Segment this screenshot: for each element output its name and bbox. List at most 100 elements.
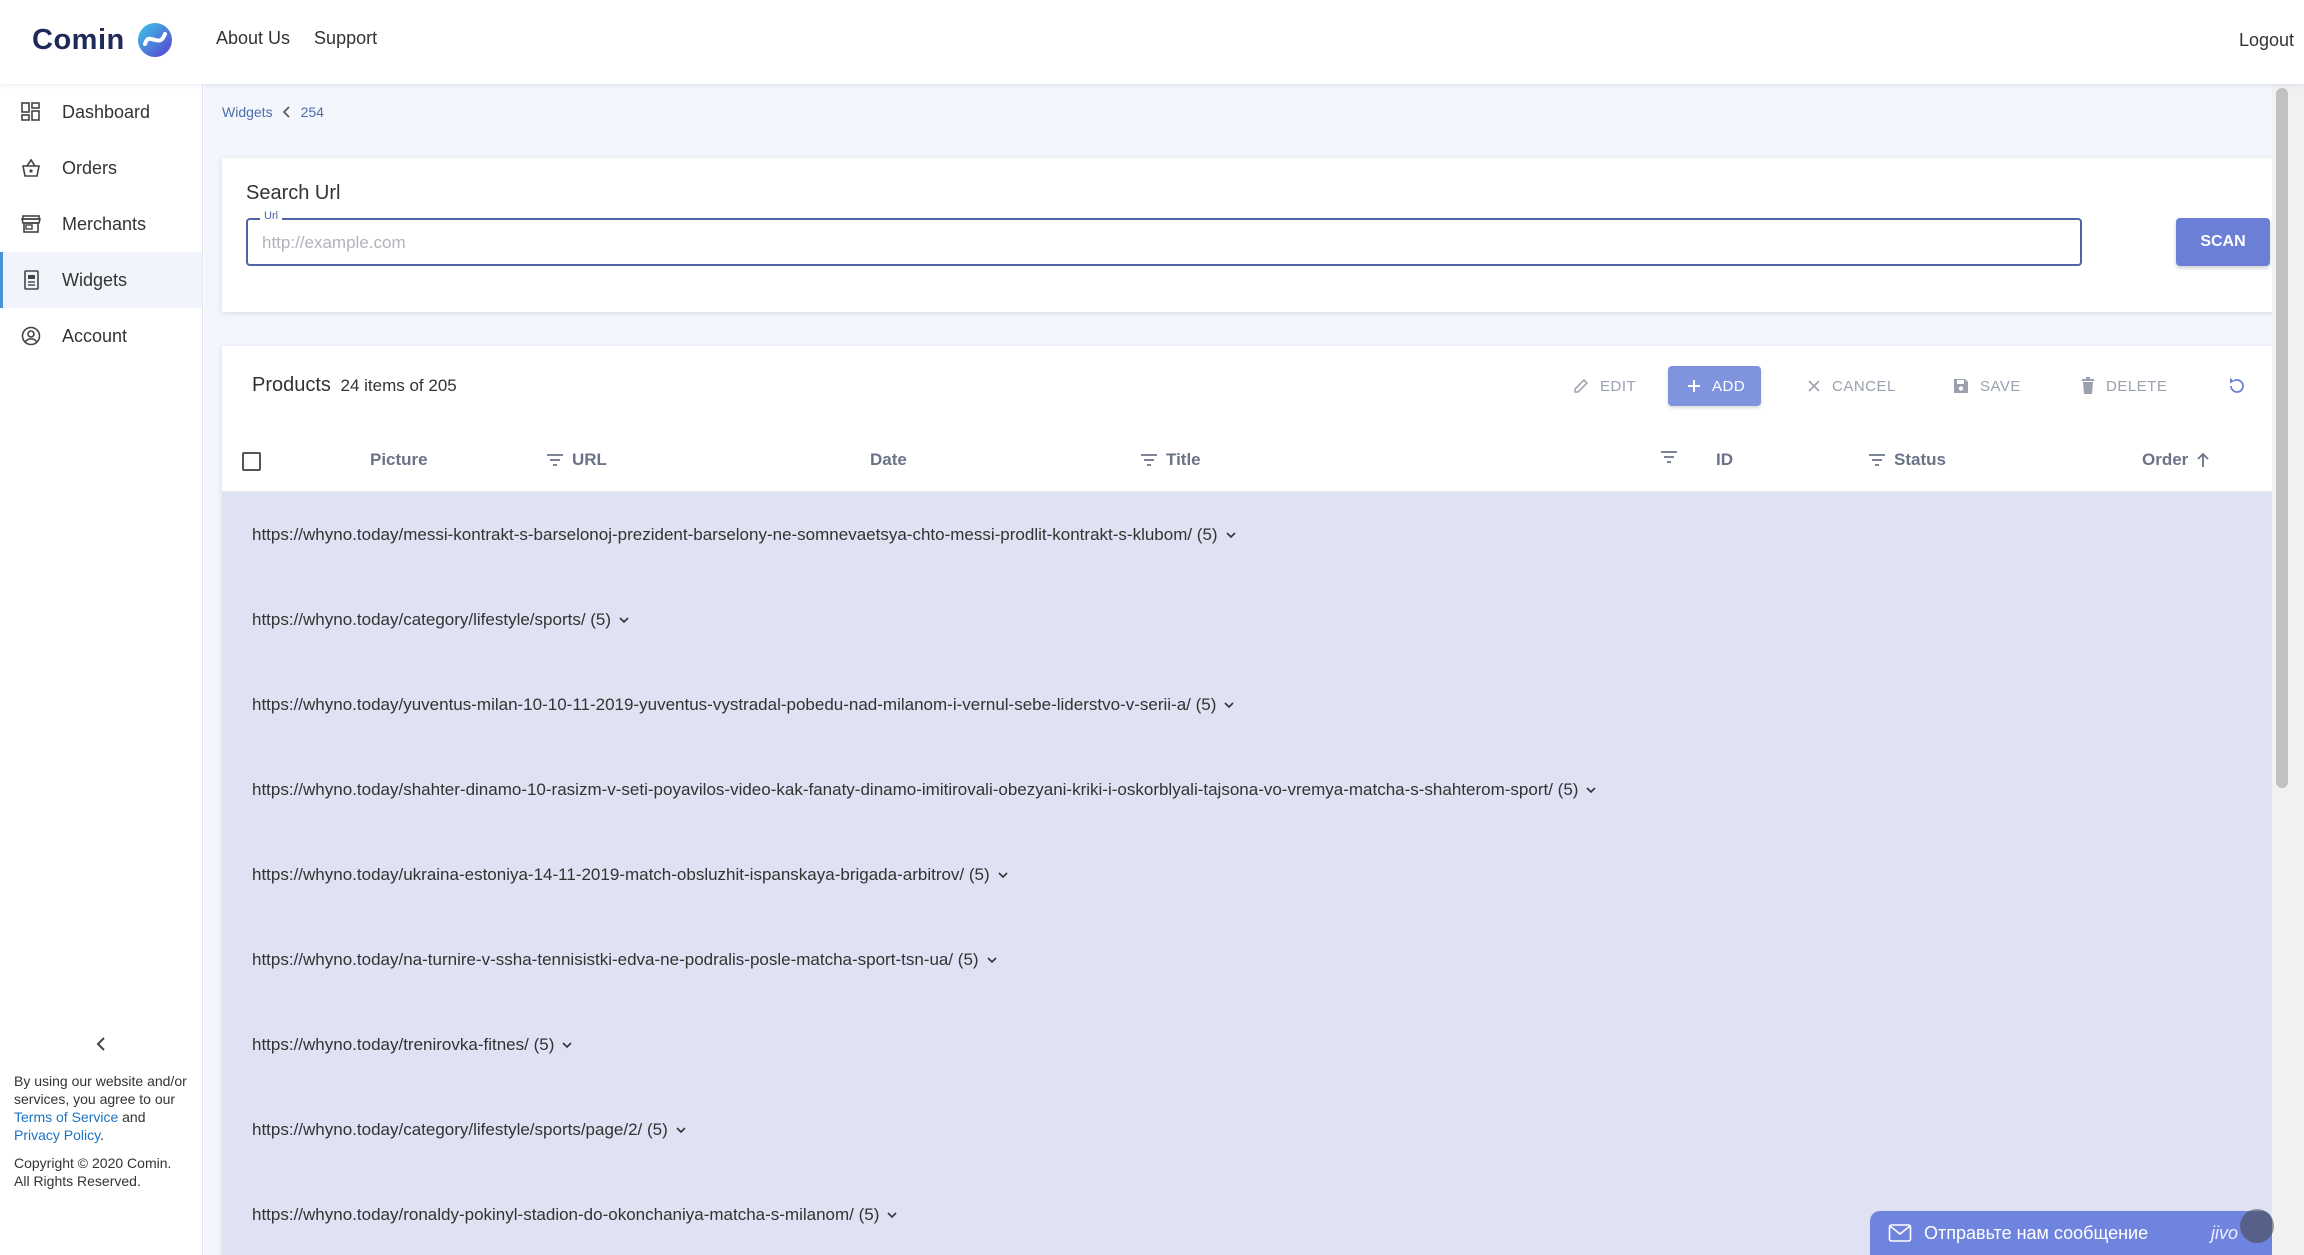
url-input[interactable]	[262, 230, 2062, 256]
filter-icon[interactable]	[1868, 453, 1886, 467]
close-icon	[1808, 380, 1820, 392]
column-title-label: Title	[1166, 450, 1201, 469]
add-label: ADD	[1712, 377, 1746, 395]
products-toolbar: EDIT ADD CANCEL SAVE DELETE	[222, 366, 2286, 408]
delete-label: DELETE	[2106, 377, 2168, 395]
chevron-down-icon[interactable]	[560, 1038, 574, 1052]
select-all-checkbox[interactable]	[242, 452, 261, 471]
group-row-label: https://whyno.today/trenirovka-fitnes/ (…	[252, 1034, 555, 1054]
chevron-down-icon[interactable]	[1584, 783, 1598, 797]
table-row[interactable]: https://whyno.today/yuventus-milan-10-10…	[222, 662, 2276, 747]
edit-label: EDIT	[1600, 377, 1637, 395]
store-icon	[20, 213, 42, 235]
pencil-icon	[1574, 378, 1589, 393]
chevron-down-icon[interactable]	[885, 1208, 899, 1222]
chevron-down-icon[interactable]	[674, 1123, 688, 1137]
group-row-label: https://whyno.today/category/lifestyle/s…	[252, 1119, 668, 1139]
group-row-label: https://whyno.today/ukraina-estoniya-14-…	[252, 864, 990, 884]
refresh-button[interactable]	[2226, 366, 2248, 406]
about-us-link[interactable]: About Us	[216, 28, 290, 49]
column-url[interactable]: URL	[546, 450, 607, 470]
sidebar: Dashboard Orders Merchants Widgets Accou…	[0, 84, 203, 1255]
add-button[interactable]: ADD	[1668, 366, 1762, 406]
url-field-label: Url	[260, 210, 283, 222]
plus-icon	[1688, 380, 1700, 392]
privacy-link[interactable]: Privacy Policy	[14, 1127, 100, 1143]
chevron-down-icon[interactable]	[1222, 698, 1236, 712]
account-circle-icon	[20, 325, 42, 347]
breadcrumb-current: 254	[300, 104, 324, 120]
dashboard-icon	[20, 101, 42, 123]
support-link[interactable]: Support	[314, 28, 377, 49]
column-status[interactable]: Status	[1868, 450, 1946, 470]
save-label: SAVE	[1980, 377, 2021, 395]
group-row-label: https://whyno.today/shahter-dinamo-10-ra…	[252, 779, 1579, 799]
url-field[interactable]: Url	[246, 210, 2082, 266]
scan-button[interactable]: SCAN	[2176, 218, 2270, 266]
column-id-filter[interactable]	[1660, 450, 1678, 464]
column-date-label: Date	[870, 450, 907, 469]
column-order-label: Order	[2142, 450, 2189, 469]
sidebar-item-orders[interactable]: Orders	[0, 140, 202, 196]
table-row[interactable]: https://whyno.today/messi-kontrakt-s-bar…	[222, 492, 2276, 577]
filter-icon[interactable]	[546, 453, 564, 467]
column-order[interactable]: Order	[2142, 450, 2210, 470]
group-row-label: https://whyno.today/messi-kontrakt-s-bar…	[252, 524, 1218, 544]
sidebar-item-widgets[interactable]: Widgets	[0, 252, 202, 308]
table-row[interactable]: https://whyno.today/category/lifestyle/s…	[222, 577, 2276, 662]
chevron-down-icon[interactable]	[1224, 528, 1238, 542]
table-row[interactable]: https://whyno.today/trenirovka-fitnes/ (…	[222, 1002, 2276, 1087]
group-row-label: https://whyno.today/yuventus-milan-10-10…	[252, 694, 1217, 714]
chat-widget[interactable]: Отправьте нам сообщение jivo	[1870, 1209, 2274, 1255]
group-row-label: https://whyno.today/na-turnire-v-ssha-te…	[252, 949, 979, 969]
column-date[interactable]: Date	[870, 450, 907, 470]
refresh-icon	[2230, 378, 2244, 393]
brand-mark-icon	[137, 23, 172, 57]
table-row[interactable]: https://whyno.today/na-turnire-v-ssha-te…	[222, 917, 2276, 1002]
save-button[interactable]: SAVE	[1952, 366, 2021, 406]
column-picture[interactable]: Picture	[370, 450, 428, 470]
edit-button[interactable]: EDIT	[1572, 366, 1636, 406]
basket-icon	[20, 157, 42, 179]
envelope-icon	[1888, 1224, 1912, 1242]
breadcrumb-widgets-link[interactable]: Widgets	[222, 104, 273, 120]
legal-and: and	[118, 1109, 146, 1125]
chevron-down-icon[interactable]	[617, 613, 631, 627]
table-row[interactable]: https://whyno.today/category/lifestyle/s…	[222, 1087, 2276, 1172]
filter-icon[interactable]	[1140, 453, 1158, 467]
chevron-down-icon[interactable]	[985, 953, 999, 967]
sidebar-item-dashboard[interactable]: Dashboard	[0, 84, 202, 140]
chevron-down-icon[interactable]	[996, 868, 1010, 882]
page-scrollbar-thumb[interactable]	[2276, 88, 2288, 788]
floppy-disk-icon	[1954, 379, 1968, 393]
widget-doc-icon	[20, 269, 42, 291]
logout-link[interactable]: Logout	[2239, 30, 2294, 51]
table-header: Picture URL Date Title ID Status Order	[222, 430, 2276, 492]
filter-icon[interactable]	[1660, 450, 1678, 464]
sort-arrow-up-icon	[2197, 452, 2209, 467]
chat-brand: jivo	[2210, 1223, 2238, 1243]
table-row[interactable]: https://whyno.today/shahter-dinamo-10-ra…	[222, 747, 2276, 832]
cancel-button[interactable]: CANCEL	[1806, 366, 1896, 406]
table-row[interactable]: https://whyno.today/ukraina-estoniya-14-…	[222, 832, 2276, 917]
chevron-left-icon[interactable]	[92, 1034, 112, 1054]
sidebar-item-label: Merchants	[62, 213, 147, 234]
sidebar-item-label: Widgets	[62, 269, 128, 290]
sidebar-item-merchants[interactable]: Merchants	[0, 196, 202, 252]
column-id-label: ID	[1716, 450, 1733, 469]
sidebar-item-label: Orders	[62, 157, 118, 178]
terms-link[interactable]: Terms of Service	[14, 1109, 118, 1125]
products-card: Products 24 items of 205 EDIT ADD CANCEL…	[222, 346, 2286, 1255]
sidebar-item-account[interactable]: Account	[0, 308, 202, 364]
column-title[interactable]: Title	[1140, 450, 1201, 470]
search-url-title: Search Url	[246, 182, 341, 204]
brand-logo[interactable]: Comin	[32, 20, 175, 60]
delete-button[interactable]: DELETE	[2080, 366, 2167, 406]
legal-period: .	[100, 1127, 104, 1143]
cancel-label: CANCEL	[1832, 377, 1896, 395]
column-picture-label: Picture	[370, 450, 428, 469]
legal-notice: By using our website and/or services, yo…	[14, 1072, 189, 1190]
group-row-label: https://whyno.today/ronaldy-pokinyl-stad…	[252, 1204, 880, 1224]
column-id[interactable]: ID	[1716, 450, 1733, 470]
chevron-left-icon	[282, 106, 290, 118]
